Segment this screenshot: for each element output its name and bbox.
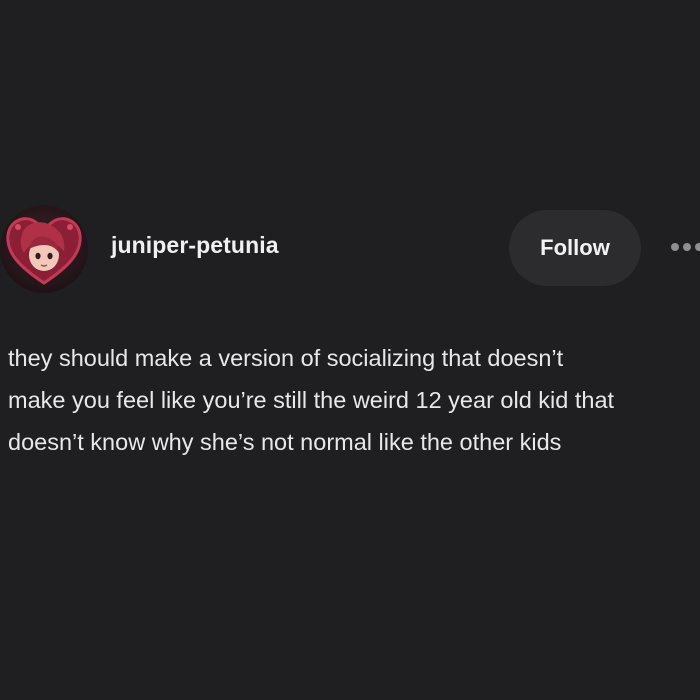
post-card: juniper-petunia Follow they should make … <box>0 0 700 700</box>
avatar[interactable] <box>0 205 88 293</box>
dot <box>683 243 691 251</box>
more-horizontal-icon[interactable] <box>670 240 700 254</box>
author-username[interactable]: juniper-petunia <box>111 232 279 259</box>
follow-button[interactable]: Follow <box>509 210 641 286</box>
dot <box>671 243 679 251</box>
post-body-text: they should make a version of socializin… <box>8 345 615 455</box>
dot <box>695 243 700 251</box>
avatar-heart-frame-icon <box>0 205 88 293</box>
